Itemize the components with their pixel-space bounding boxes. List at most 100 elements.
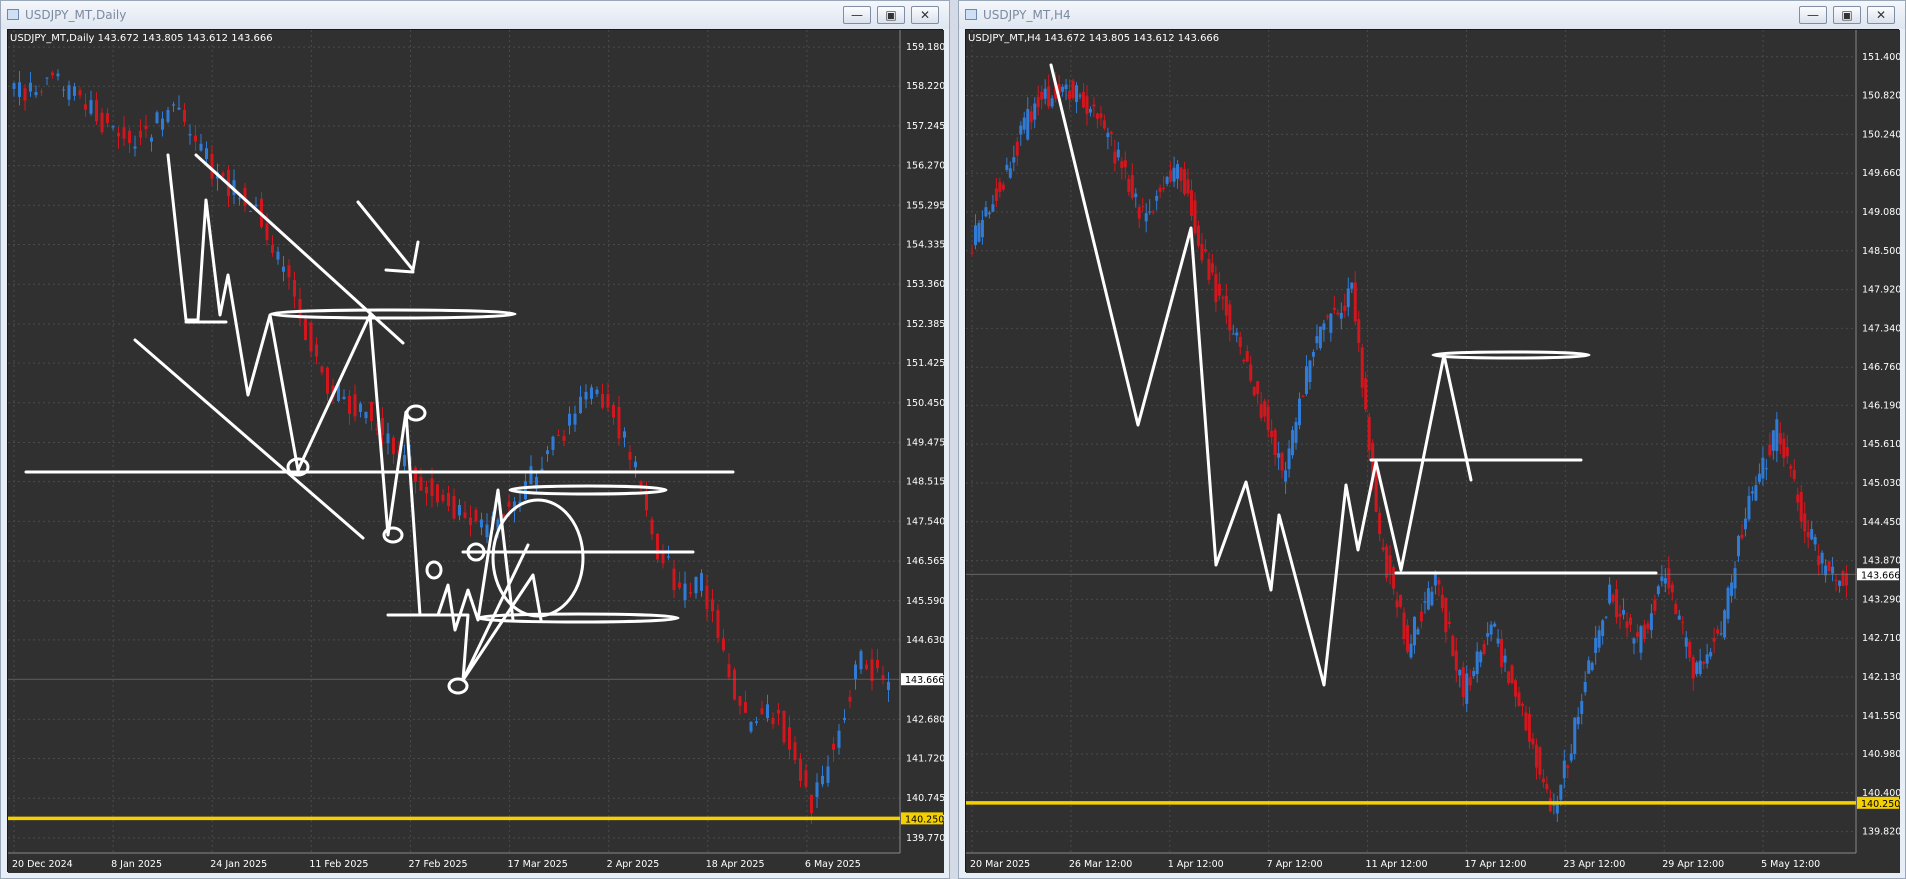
x-tick-label: 5 May 12:00 bbox=[1761, 859, 1820, 870]
candle-body bbox=[1803, 513, 1807, 532]
chart-window-daily[interactable]: USDJPY_MT,Daily — ▣ ✕ 159.180 158.220 157.… bbox=[0, 0, 950, 879]
candle-body bbox=[386, 433, 390, 444]
candle-body bbox=[1252, 387, 1256, 396]
candle-body bbox=[984, 207, 988, 217]
x-tick-label: 20 Mar 2025 bbox=[970, 859, 1030, 870]
candle-body bbox=[34, 92, 38, 96]
candle-body bbox=[1298, 398, 1302, 426]
candle-body bbox=[441, 494, 445, 501]
candle-body bbox=[1270, 430, 1274, 437]
candle-body bbox=[1214, 274, 1218, 303]
candle-body bbox=[1388, 555, 1392, 575]
candle-body bbox=[1050, 98, 1054, 107]
candle-body bbox=[56, 73, 60, 77]
candle-body bbox=[1423, 601, 1427, 603]
candlestick-chart[interactable]: 159.180 158.220 157.245 156.270 155.295 154.3… bbox=[8, 30, 944, 873]
chart-background bbox=[8, 30, 944, 873]
candle-body bbox=[304, 318, 307, 340]
close-button[interactable]: ✕ bbox=[1867, 6, 1895, 24]
chart-window-h4[interactable]: USDJPY_MT,H4 — ▣ ✕ 151.400 150.820 150.240… bbox=[958, 0, 1906, 879]
window-titlebar[interactable]: USDJPY_MT,H4 — ▣ ✕ bbox=[959, 1, 1905, 29]
support-level-label: 140.250 bbox=[1861, 799, 1900, 810]
candle-body bbox=[1517, 692, 1521, 706]
candle-body bbox=[1597, 630, 1601, 648]
candle-body bbox=[106, 113, 109, 123]
y-tick-label: 150.820 bbox=[1862, 91, 1900, 102]
candle-body bbox=[1430, 591, 1434, 606]
candle-body bbox=[73, 86, 76, 96]
candle-body bbox=[1245, 351, 1249, 362]
candle-body bbox=[1378, 512, 1382, 535]
price-chart[interactable]: 159.180 158.220 157.245 156.270 155.295 154.3… bbox=[7, 29, 944, 873]
candle-body bbox=[815, 782, 819, 798]
candle-body bbox=[1663, 578, 1667, 584]
minimize-button[interactable]: — bbox=[1799, 6, 1827, 24]
y-tick-label: 145.590 bbox=[906, 596, 944, 607]
candle-body bbox=[1238, 336, 1242, 347]
candle-body bbox=[1419, 611, 1423, 622]
candle-body bbox=[1604, 616, 1608, 618]
candle-body bbox=[1796, 494, 1800, 503]
candle-body bbox=[144, 125, 148, 129]
x-tick-label: 11 Apr 12:00 bbox=[1366, 859, 1428, 870]
candle-body bbox=[1737, 535, 1741, 557]
price-chart[interactable]: 151.400 150.820 150.240 149.660 149.080 148.5… bbox=[965, 29, 1900, 873]
candle-body bbox=[1743, 518, 1747, 530]
candle-body bbox=[1566, 765, 1570, 768]
candlestick-chart[interactable]: 151.400 150.820 150.240 149.660 149.080 148.5… bbox=[966, 30, 1900, 873]
candle-body bbox=[1507, 671, 1511, 683]
candle-body bbox=[1172, 167, 1176, 182]
candle-body bbox=[403, 455, 406, 467]
candle-body bbox=[474, 509, 478, 522]
candle-body bbox=[1440, 594, 1444, 609]
y-tick-label: 140.980 bbox=[1862, 749, 1900, 760]
y-tick-label: 142.130 bbox=[1862, 672, 1900, 683]
close-button[interactable]: ✕ bbox=[911, 6, 939, 24]
candle-body bbox=[1817, 555, 1821, 566]
candle-body bbox=[656, 533, 659, 560]
candle-body bbox=[1196, 225, 1200, 246]
candle-body bbox=[1622, 609, 1626, 615]
candle-body bbox=[1176, 164, 1180, 179]
y-tick-label: 144.630 bbox=[906, 635, 944, 646]
candle-body bbox=[84, 104, 87, 110]
candle-body bbox=[584, 391, 588, 400]
y-tick-label: 150.240 bbox=[1862, 129, 1900, 140]
candle-body bbox=[667, 556, 670, 558]
candle-body bbox=[1632, 638, 1636, 644]
candle-body bbox=[573, 413, 577, 425]
candle-body bbox=[1618, 613, 1622, 617]
candle-body bbox=[645, 491, 648, 511]
candle-body bbox=[1691, 656, 1695, 679]
candle-body bbox=[309, 322, 313, 352]
candle-body bbox=[381, 418, 384, 436]
candle-body bbox=[1587, 660, 1591, 674]
x-tick-label: 23 Apr 12:00 bbox=[1563, 859, 1625, 870]
candle-body bbox=[865, 664, 868, 670]
maximize-button[interactable]: ▣ bbox=[1833, 6, 1861, 24]
support-level-label: 140.250 bbox=[905, 814, 944, 825]
candle-body bbox=[1750, 491, 1754, 494]
candle-body bbox=[183, 109, 186, 122]
candle-body bbox=[1754, 485, 1758, 501]
y-tick-label: 158.220 bbox=[906, 81, 944, 92]
window-titlebar[interactable]: USDJPY_MT,Daily — ▣ ✕ bbox=[1, 1, 949, 29]
candle-body bbox=[887, 681, 890, 691]
candle-body bbox=[711, 599, 714, 612]
candle-body bbox=[430, 478, 434, 496]
candle-body bbox=[1709, 652, 1713, 657]
maximize-button[interactable]: ▣ bbox=[877, 6, 905, 24]
candle-body bbox=[777, 709, 780, 714]
x-tick-label: 29 Apr 12:00 bbox=[1662, 859, 1724, 870]
candle-body bbox=[1496, 638, 1500, 644]
candle-body bbox=[249, 211, 252, 213]
candle-body bbox=[122, 127, 126, 139]
candle-body bbox=[111, 126, 115, 128]
candle-body bbox=[1385, 546, 1389, 578]
candle-body bbox=[1294, 421, 1298, 443]
candle-body bbox=[1374, 469, 1378, 512]
arrow-drawing bbox=[384, 268, 415, 274]
candle-body bbox=[1186, 179, 1190, 194]
candle-body bbox=[1026, 109, 1030, 140]
minimize-button[interactable]: — bbox=[843, 6, 871, 24]
